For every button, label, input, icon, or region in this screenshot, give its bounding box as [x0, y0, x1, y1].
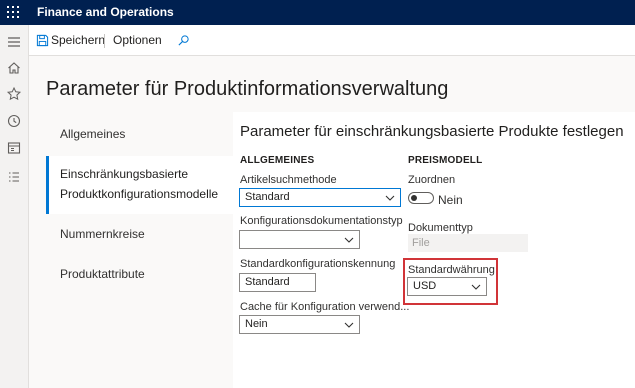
star-favorites-icon[interactable] — [6, 86, 22, 102]
chevron-down-icon — [471, 284, 481, 290]
home-icon[interactable] — [6, 60, 22, 76]
std-config-id-value: Standard — [245, 276, 290, 288]
tab-number-sequences[interactable]: Nummernkreise — [60, 224, 145, 244]
tab-constraint-based-models[interactable]: Einschränkungsbasierte Produktkonfigurat… — [46, 156, 233, 214]
save-button[interactable]: Speichern — [51, 32, 105, 49]
chevron-down-icon — [385, 195, 395, 201]
cache-config-label: Cache für Konfiguration verwend... — [240, 301, 410, 313]
app-launcher-icon[interactable] — [7, 6, 19, 18]
item-search-method-dropdown[interactable]: Standard — [239, 188, 401, 207]
config-doc-type-dropdown[interactable] — [239, 230, 360, 249]
navigation-rail — [0, 25, 29, 388]
document-type-field: File — [408, 234, 528, 252]
modules-list-icon[interactable] — [6, 169, 22, 185]
config-doc-type-label: Konfigurationsdokumentationstyp — [240, 215, 403, 227]
chevron-down-icon — [344, 322, 354, 328]
tab-label-line2: Produktkonfigurationsmodelle — [60, 187, 219, 201]
action-pane: Speichern Optionen — [29, 25, 635, 56]
standard-currency-value: USD — [413, 280, 437, 292]
tab-general[interactable]: Allgemeines — [60, 124, 125, 144]
cache-config-dropdown[interactable]: Nein — [239, 315, 360, 334]
save-icon[interactable] — [36, 34, 49, 47]
tab-label-line1: Einschränkungsbasierte — [60, 167, 189, 181]
search-icon[interactable] — [177, 34, 190, 47]
standard-currency-label: Standardwährung — [408, 264, 495, 276]
toggle-knob — [411, 195, 417, 201]
recent-clock-icon[interactable] — [6, 113, 22, 129]
std-config-id-label: Standardkonfigurationskennung — [240, 258, 396, 270]
standard-currency-dropdown[interactable]: USD — [407, 277, 487, 296]
std-config-id-input[interactable]: Standard — [239, 273, 316, 292]
assign-label: Zuordnen — [408, 174, 456, 186]
hamburger-menu-icon[interactable] — [6, 34, 22, 50]
document-type-label: Dokumenttyp — [408, 222, 473, 234]
content-panel: Parameter für einschränkungsbasierte Pro… — [233, 112, 635, 388]
page-title: Parameter für Produktinformationsverwalt… — [46, 78, 449, 100]
active-tab-indicator — [46, 156, 49, 214]
item-search-method-label: Artikelsuchmethode — [240, 174, 337, 186]
group-title-price-model: PREISMODELL — [408, 155, 483, 166]
assign-toggle-value: Nein — [438, 193, 463, 207]
section-title: Parameter für einschränkungsbasierte Pro… — [240, 123, 624, 140]
chevron-down-icon — [344, 237, 354, 243]
assign-toggle[interactable] — [408, 192, 434, 204]
item-search-method-value: Standard — [245, 191, 290, 203]
cache-config-value: Nein — [245, 318, 268, 330]
group-title-general: ALLGEMEINES — [240, 155, 315, 166]
top-bar: Finance and Operations — [0, 0, 635, 25]
toolbar-divider — [104, 34, 105, 48]
options-button[interactable]: Optionen — [113, 32, 162, 49]
document-type-value: File — [412, 237, 430, 249]
app-title: Finance and Operations — [37, 5, 174, 19]
tab-product-attributes[interactable]: Produktattribute — [60, 264, 145, 284]
workspaces-icon[interactable] — [6, 140, 22, 156]
